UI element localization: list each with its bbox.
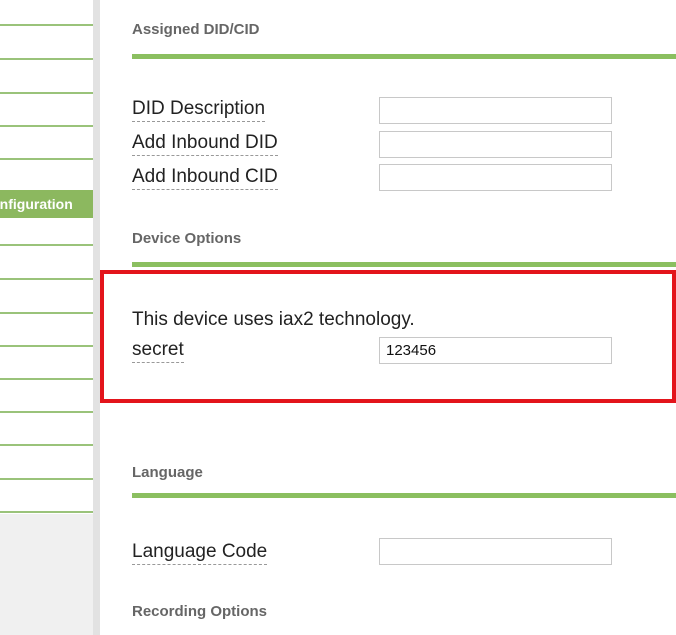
- sidebar-divider: [93, 0, 100, 635]
- sidebar-item[interactable]: [0, 312, 93, 314]
- sidebar-item[interactable]: [0, 158, 93, 160]
- sidebar-item[interactable]: [0, 444, 93, 446]
- section-divider: [132, 54, 676, 59]
- sidebar-item-configuration[interactable]: Configuration: [0, 190, 93, 218]
- language-code-label: Language Code: [132, 541, 268, 565]
- sidebar-item[interactable]: [0, 244, 93, 246]
- sidebar: Configuration: [0, 0, 93, 635]
- add-inbound-cid-label: Add Inbound CID: [132, 166, 278, 190]
- section-title-recording-options: Recording Options: [132, 603, 267, 620]
- sidebar-item[interactable]: [0, 378, 93, 380]
- add-inbound-did-input[interactable]: [379, 131, 612, 158]
- did-description-label: DID Description: [132, 98, 266, 122]
- sidebar-item[interactable]: [0, 278, 93, 280]
- sidebar-menu: [0, 0, 93, 514]
- add-inbound-did-label: Add Inbound DID: [132, 132, 278, 156]
- did-description-input[interactable]: [379, 97, 612, 124]
- section-title-assigned-did-cid: Assigned DID/CID: [132, 21, 260, 38]
- sidebar-item[interactable]: [0, 125, 93, 127]
- sidebar-item[interactable]: [0, 92, 93, 94]
- sidebar-item[interactable]: [0, 511, 93, 513]
- sidebar-item[interactable]: [0, 345, 93, 347]
- section-title-device-options: Device Options: [132, 230, 242, 247]
- sidebar-item[interactable]: [0, 24, 93, 26]
- section-divider: [132, 262, 676, 267]
- sidebar-item[interactable]: [0, 478, 93, 480]
- add-inbound-cid-input[interactable]: [379, 164, 612, 191]
- section-divider: [132, 493, 676, 498]
- language-code-input[interactable]: [379, 538, 612, 565]
- section-title-language: Language: [132, 464, 203, 481]
- sidebar-item[interactable]: [0, 58, 93, 60]
- sidebar-item[interactable]: [0, 411, 93, 413]
- secret-label: secret: [132, 339, 184, 363]
- secret-input[interactable]: [379, 337, 612, 364]
- technology-text: This device uses iax2 technology.: [132, 309, 415, 330]
